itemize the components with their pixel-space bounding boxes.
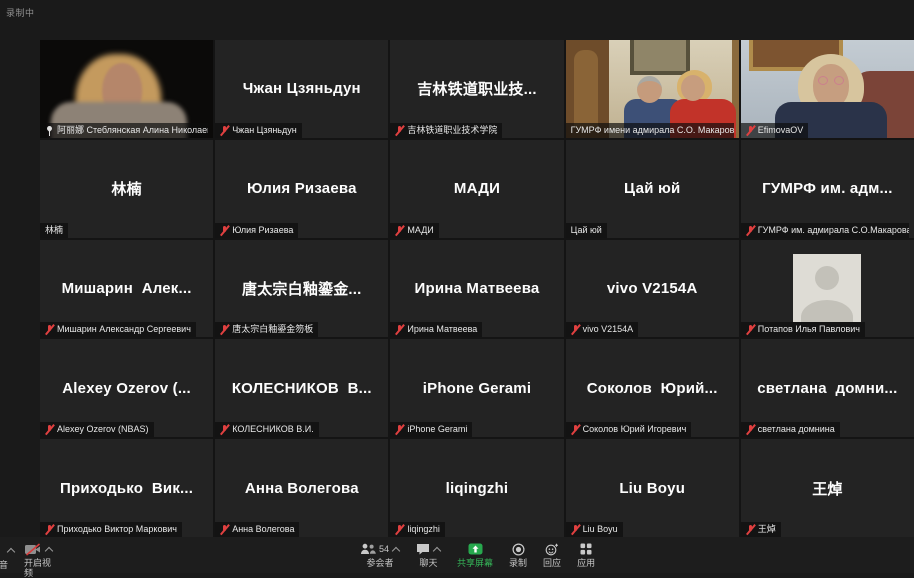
muted-mic-icon <box>220 324 229 335</box>
participant-tile[interactable]: Приходько Вик... Приходько Виктор Марков… <box>40 439 213 537</box>
participant-tile[interactable]: ГУМРФ им. адм... ГУМРФ им. адмирала С.О.… <box>741 140 914 238</box>
muted-mic-icon <box>395 324 404 335</box>
participant-name-label: Чжан Цзяньдун <box>215 123 302 138</box>
unmute-button[interactable]: 解除静音 <box>0 558 8 571</box>
participant-tile[interactable]: Соколов Юрий... Соколов Юрий Игоревич <box>566 339 739 437</box>
audio-options-caret[interactable] <box>7 546 15 554</box>
participant-tile[interactable]: 王焯 王焯 <box>741 439 914 537</box>
participants-count: 54 <box>379 544 389 554</box>
participant-name-label: iPhone Gerami <box>390 422 472 437</box>
participant-name-label: Юлия Ризаева <box>215 223 298 238</box>
participant-name-label: Alexey Ozerov (NBAS) <box>40 422 154 437</box>
participant-name-label: 吉林铁道职业技术学院 <box>390 123 502 138</box>
participant-tile[interactable]: vivo V2154A vivo V2154A <box>566 240 739 338</box>
participant-name-label: Ирина Матвеева <box>390 322 482 337</box>
participant-name-label: 林楠 <box>40 223 68 238</box>
participant-tile[interactable]: МАДИ МАДИ <box>390 140 563 238</box>
participant-name-label: Анна Волегова <box>215 522 299 537</box>
painting <box>630 40 691 75</box>
participant-tile[interactable]: Чжан Цзяньдун Чжан Цзяньдун <box>215 40 388 138</box>
pin-icon <box>45 125 54 136</box>
muted-mic-icon <box>45 424 54 435</box>
chat-icon <box>416 543 430 555</box>
participant-name-label: ГУМРФ им. адмирала С.О.Макарова <box>741 223 909 238</box>
participants-grid: 阿丽娜 Стеблянская Алина Николаевна Чжан Цз… <box>40 40 914 537</box>
participant-name-label: Соколов Юрий Игоревич <box>566 422 692 437</box>
camera-off-icon <box>24 543 42 556</box>
meeting-toolbar: 解除静音 开启视频 54 <box>0 537 914 573</box>
muted-mic-icon <box>746 324 755 335</box>
participant-tile[interactable]: 唐太宗白釉鎏金... 唐太宗白釉鎏金笏板 <box>215 240 388 338</box>
participant-tile[interactable]: Цай юй Цай юй <box>566 140 739 238</box>
participant-tile[interactable]: Юлия Ризаева Юлия Ризаева <box>215 140 388 238</box>
participant-name-label: 阿丽娜 Стеблянская Алина Николаевна <box>40 123 208 138</box>
muted-mic-icon <box>395 125 404 136</box>
participant-name-label: liqingzhi <box>390 522 445 537</box>
participant-name-label: светлана домнина <box>741 422 840 437</box>
participant-tile[interactable]: светлана домни... светлана домнина <box>741 339 914 437</box>
avatar-placeholder <box>793 254 861 322</box>
share-screen-button[interactable]: 共享屏幕 <box>457 542 493 568</box>
participant-name-label: МАДИ <box>390 223 438 238</box>
participant-tile[interactable]: 林楠 林楠 <box>40 140 213 238</box>
participant-name-label: EfimovaOV <box>741 123 809 138</box>
participant-tile[interactable]: liqingzhi liqingzhi <box>390 439 563 537</box>
participant-name-label: Цай юй <box>566 223 607 238</box>
chat-caret[interactable] <box>433 545 441 553</box>
muted-mic-icon <box>746 225 755 236</box>
participant-tile-active-speaker[interactable]: ГУМРФ имени адмирала С.О. Макарова <box>566 40 739 138</box>
top-bar: 录制中 <box>0 0 914 40</box>
participant-name-label: vivo V2154A <box>566 322 639 337</box>
participant-tile[interactable]: Ирина Матвеева Ирина Матвеева <box>390 240 563 338</box>
muted-mic-icon <box>571 524 580 535</box>
muted-mic-icon <box>45 324 54 335</box>
participant-name-label: КОЛЕСНИКОВ В.И. <box>215 422 319 437</box>
participant-tile[interactable]: КОЛЕСНИКОВ В... КОЛЕСНИКОВ В.И. <box>215 339 388 437</box>
recording-indicator: 录制中 <box>6 6 35 19</box>
participant-tile[interactable]: Liu Boyu Liu Boyu <box>566 439 739 537</box>
participant-name-label: ГУМРФ имени адмирала С.О. Макарова <box>566 123 734 138</box>
muted-mic-icon <box>395 424 404 435</box>
chat-button[interactable]: 聊天 <box>416 542 441 568</box>
participant-tile[interactable]: Потапов Илья Павлович <box>741 240 914 338</box>
share-screen-icon <box>468 543 483 555</box>
toolbar-center-group: 54 参会者 聊天 共享屏幕 <box>360 542 595 568</box>
participants-icon <box>360 543 376 555</box>
participant-tile[interactable]: Мишарин Алек... Мишарин Александр Сергее… <box>40 240 213 338</box>
muted-mic-icon <box>746 524 755 535</box>
record-icon <box>512 543 525 556</box>
apps-button[interactable]: 应用 <box>577 542 595 568</box>
participant-name-label: Приходько Виктор Маркович <box>40 522 182 537</box>
participant-tile[interactable]: Анна Волегова Анна Волегова <box>215 439 388 537</box>
muted-mic-icon <box>220 225 229 236</box>
participant-name-label: Liu Boyu <box>566 522 623 537</box>
muted-mic-icon <box>571 424 580 435</box>
muted-mic-icon <box>571 324 580 335</box>
muted-mic-icon <box>395 524 404 535</box>
participant-tile[interactable]: 阿丽娜 Стеблянская Алина Николаевна <box>40 40 213 138</box>
participant-tile[interactable]: iPhone Gerami iPhone Gerami <box>390 339 563 437</box>
video-options-caret[interactable] <box>45 545 53 553</box>
muted-mic-icon <box>220 524 229 535</box>
muted-mic-icon <box>220 125 229 136</box>
participant-tile[interactable]: Alexey Ozerov (... Alexey Ozerov (NBAS) <box>40 339 213 437</box>
participant-name-label: Мишарин Александр Сергеевич <box>40 322 196 337</box>
participant-tile[interactable]: 吉林铁道职业技... 吉林铁道职业技术学院 <box>390 40 563 138</box>
reactions-button[interactable]: 回应 <box>543 542 561 568</box>
reactions-icon <box>545 543 559 556</box>
muted-mic-icon <box>45 524 54 535</box>
muted-mic-icon <box>746 125 755 136</box>
participant-tile[interactable]: EfimovaOV <box>741 40 914 138</box>
muted-mic-icon <box>746 424 755 435</box>
apps-icon <box>580 543 592 555</box>
muted-mic-icon <box>220 424 229 435</box>
participants-button[interactable]: 54 参会者 <box>360 542 400 568</box>
record-button[interactable]: 录制 <box>509 542 527 568</box>
participant-name-label: 王焯 <box>741 522 781 537</box>
participants-caret[interactable] <box>392 545 400 553</box>
participant-name-label: Потапов Илья Павлович <box>741 322 865 337</box>
muted-mic-icon <box>395 225 404 236</box>
participant-name-label: 唐太宗白釉鎏金笏板 <box>215 322 318 337</box>
